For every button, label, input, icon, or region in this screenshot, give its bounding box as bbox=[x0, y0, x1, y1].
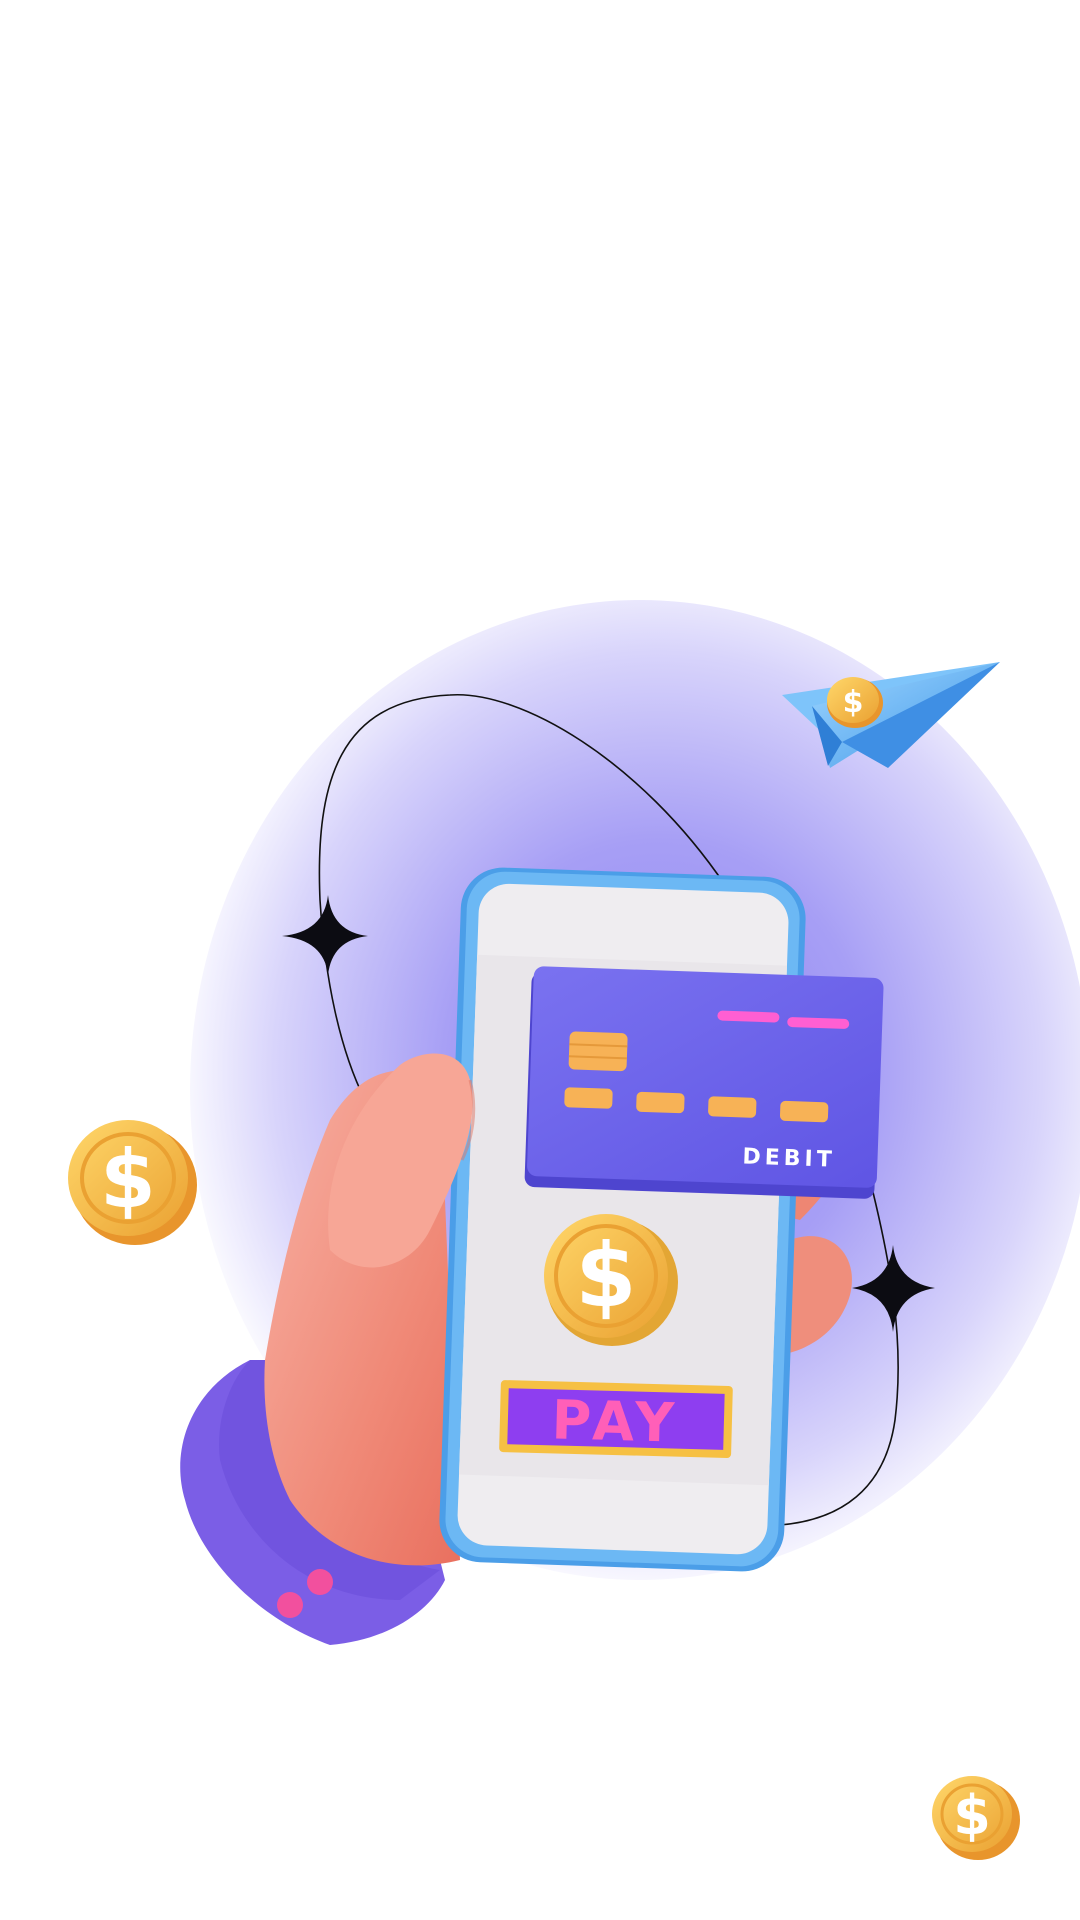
payment-illustration: $ DEBIT $ PAY $ $ bbox=[0, 0, 1080, 1920]
coin-symbol: $ bbox=[575, 1224, 636, 1327]
pay-label: PAY bbox=[551, 1388, 681, 1454]
card-number-block bbox=[564, 1087, 613, 1109]
sparkle-star-icon bbox=[852, 1245, 935, 1332]
sleeve-button bbox=[307, 1569, 333, 1595]
sleeve-button bbox=[277, 1592, 303, 1618]
credit-card-icon: DEBIT bbox=[524, 966, 884, 1199]
card-chip bbox=[568, 1031, 628, 1072]
orbit-line-lower bbox=[779, 1179, 899, 1526]
coin-symbol: $ bbox=[100, 1133, 156, 1226]
illustration-canvas: $ DEBIT $ PAY $ $ bbox=[68, 662, 1020, 1860]
coin-symbol: $ bbox=[953, 1784, 991, 1847]
card-number-block bbox=[636, 1091, 685, 1114]
card-number-block bbox=[708, 1096, 757, 1118]
coin-symbol: $ bbox=[843, 685, 864, 720]
card-number-block bbox=[779, 1100, 829, 1123]
card-label: DEBIT bbox=[742, 1144, 836, 1172]
dollar-coin-icon: $ bbox=[932, 1776, 1020, 1860]
dollar-coin-icon: $ bbox=[68, 1120, 197, 1245]
sparkle-star-icon bbox=[282, 895, 368, 975]
paper-plane-icon bbox=[782, 662, 1000, 768]
pay-button: PAY bbox=[499, 1380, 733, 1458]
